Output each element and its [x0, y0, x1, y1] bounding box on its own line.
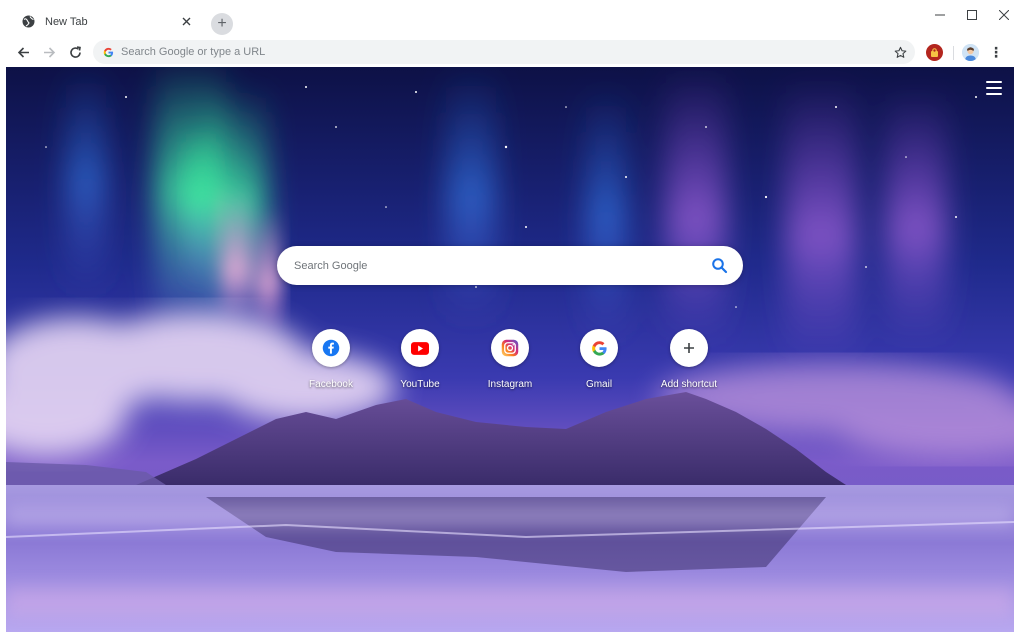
- user-avatar-icon: [962, 44, 979, 61]
- plus-icon: [684, 343, 694, 353]
- shortcut-label: Facebook: [309, 379, 353, 390]
- shortcut-circle-youtube: [401, 329, 439, 367]
- address-bar-placeholder: Search Google or type a URL: [121, 46, 266, 58]
- window-controls: [924, 0, 1020, 30]
- address-bar[interactable]: Search Google or type a URL: [93, 40, 915, 64]
- arrow-right-icon: [43, 46, 55, 58]
- reload-icon: [69, 45, 81, 58]
- toolbar-divider: [953, 46, 954, 60]
- close-icon[interactable]: [178, 14, 194, 30]
- close-icon: [999, 10, 1009, 20]
- forward-button[interactable]: [36, 39, 62, 65]
- facebook-icon: [322, 339, 340, 357]
- reload-button[interactable]: [62, 39, 88, 65]
- maximize-icon: [967, 10, 977, 20]
- toolbar: Search Google or type a URL ⋮: [0, 36, 1020, 67]
- google-g-icon: [102, 46, 114, 58]
- shortcut-circle-add: [670, 329, 708, 367]
- back-button[interactable]: [10, 39, 36, 65]
- customize-menu-icon[interactable]: [986, 81, 1002, 95]
- arrow-left-icon: [17, 46, 29, 58]
- shortcut-label: YouTube: [400, 379, 440, 390]
- profile-avatar[interactable]: [962, 44, 979, 61]
- shortcut-youtube[interactable]: YouTube: [375, 329, 465, 395]
- globe-icon: [22, 15, 35, 28]
- shortcut-circle-gmail: [580, 329, 618, 367]
- google-icon: [591, 340, 607, 356]
- shortcut-instagram[interactable]: Instagram: [465, 329, 555, 395]
- shortcut-tiles: Facebook YouTube Instagram Gmail Add sho…: [286, 329, 734, 399]
- menu-button[interactable]: ⋮: [988, 44, 1004, 61]
- maximize-button[interactable]: [956, 0, 988, 30]
- close-window-button[interactable]: [988, 0, 1020, 30]
- search-placeholder: Search Google: [294, 259, 368, 272]
- tab-title: New Tab: [45, 15, 88, 28]
- google-search-box[interactable]: Search Google: [277, 246, 743, 285]
- shortcut-label: Gmail: [585, 379, 613, 390]
- new-tab-button[interactable]: +: [211, 13, 233, 35]
- shortcut-label: Instagram: [487, 379, 533, 390]
- instagram-icon: [501, 339, 519, 357]
- search-icon[interactable]: [711, 257, 728, 274]
- shortcut-circle-facebook: [312, 329, 350, 367]
- shortcut-circle-instagram: [491, 329, 529, 367]
- bookmark-star-icon[interactable]: [892, 44, 908, 60]
- browser-window: New Tab + Search Google or type a URL ⋮ …: [0, 0, 1020, 638]
- shortcut-gmail[interactable]: Gmail: [554, 329, 644, 395]
- shortcut-facebook[interactable]: Facebook: [286, 329, 376, 395]
- youtube-icon: [411, 341, 429, 355]
- tab-strip: New Tab +: [0, 0, 1020, 36]
- shortcut-label: Add shortcut: [660, 379, 718, 390]
- tab-new-tab[interactable]: New Tab: [8, 7, 204, 36]
- plus-icon: +: [217, 15, 227, 32]
- minimize-button[interactable]: [924, 0, 956, 30]
- extension-icon[interactable]: [926, 44, 943, 61]
- shortcut-add[interactable]: Add shortcut: [644, 329, 734, 395]
- new-tab-page: Search Google Facebook YouTube Instagram…: [6, 67, 1014, 632]
- minimize-icon: [935, 14, 945, 16]
- more-vert-icon: ⋮: [989, 44, 1003, 60]
